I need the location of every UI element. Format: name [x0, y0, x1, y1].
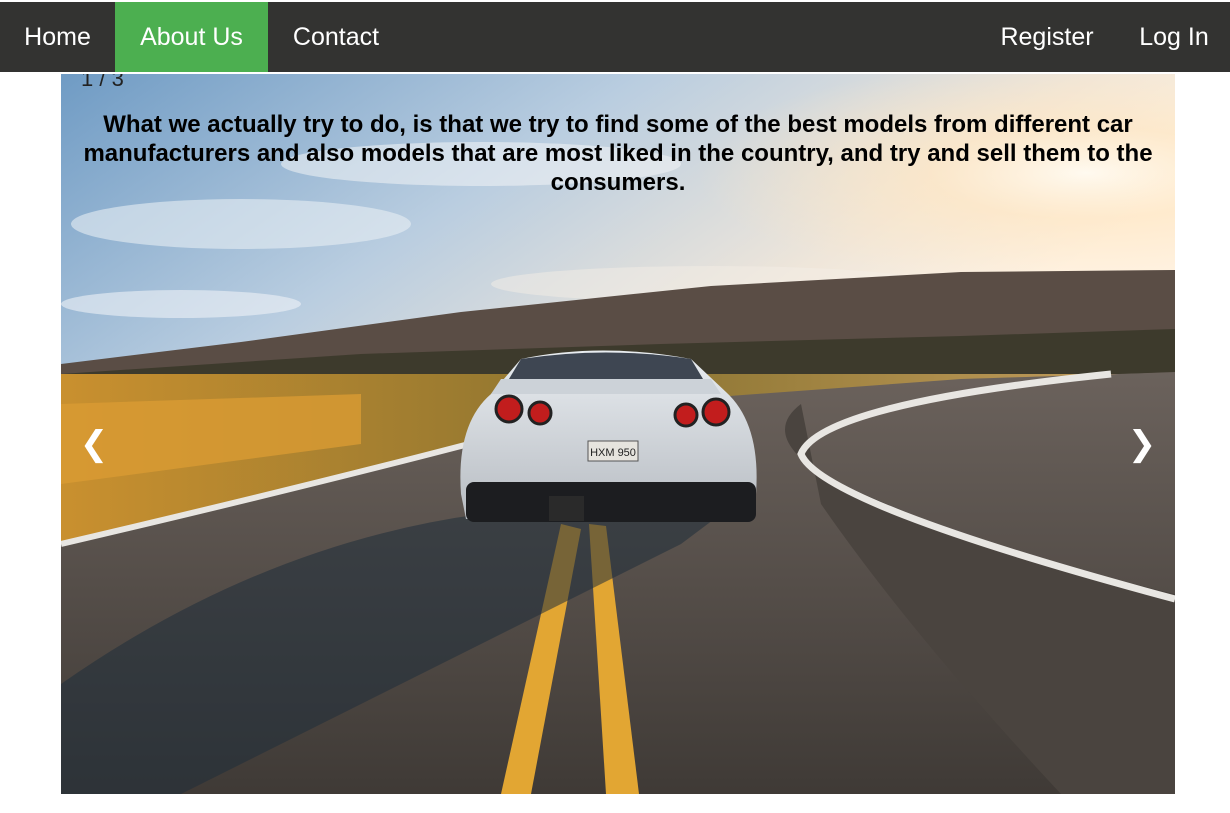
next-slide-button[interactable]: ❯ [1117, 414, 1167, 474]
previous-slide-button[interactable]: ❮ [69, 414, 119, 474]
license-plate: HXM 950 [590, 447, 636, 459]
slide-counter: 1 / 3 [81, 74, 124, 91]
slideshow: HXM 950 1 / 3 What we actually try to do… [61, 74, 1175, 794]
nav-register-link[interactable]: Register [976, 2, 1118, 72]
nav-home-link[interactable]: Home [0, 2, 115, 72]
nav-contact-link[interactable]: Contact [268, 2, 404, 72]
nav-about-link[interactable]: About Us [115, 2, 268, 72]
chevron-right-icon: ❯ [1127, 425, 1157, 463]
nav-login-link[interactable]: Log In [1118, 2, 1230, 72]
slide-caption: What we actually try to do, is that we t… [83, 111, 1153, 196]
chevron-left-icon: ❮ [79, 425, 109, 463]
top-navbar: Home About Us Contact Register Log In [0, 2, 1230, 72]
